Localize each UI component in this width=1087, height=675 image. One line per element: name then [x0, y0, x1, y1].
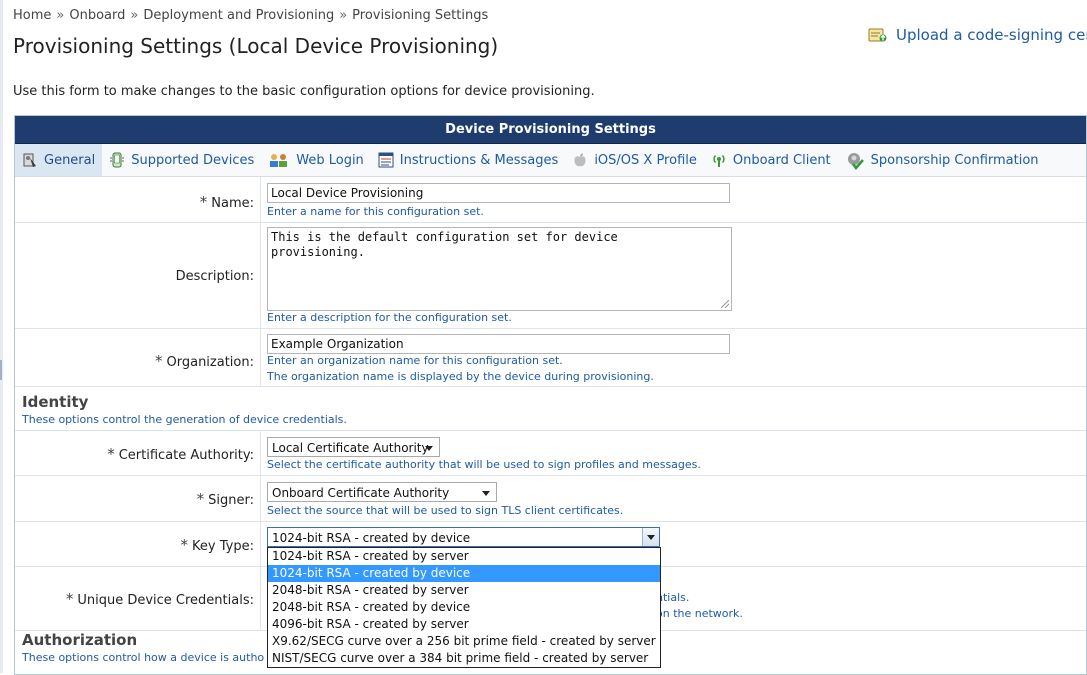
signer-help: Select the source that will be used to s…: [267, 504, 624, 517]
wireless-icon: [711, 152, 727, 168]
breadcrumb-separator: »: [130, 8, 139, 23]
unique-device-credentials-label: * Unique Device Credentials:: [15, 590, 254, 608]
description-help: Enter a description for the configuratio…: [267, 311, 512, 324]
breadcrumb-onboard[interactable]: Onboard: [69, 8, 125, 23]
description-textarea[interactable]: This is the default configuration set fo…: [267, 227, 732, 311]
unique-device-credentials-label-text: Unique Device Credentials:: [77, 593, 254, 608]
intro-text: Use this form to make changes to the bas…: [13, 84, 595, 99]
signer-label-text: Signer:: [208, 493, 254, 508]
key-type-option[interactable]: 1024-bit RSA - created by server: [268, 548, 660, 565]
signer-label: * Signer:: [15, 490, 254, 508]
certificate-authority-label-text: Certificate Authority:: [118, 448, 254, 463]
identity-title: Identity: [22, 393, 89, 411]
breadcrumb-separator: »: [339, 8, 348, 23]
required-marker: *: [180, 536, 189, 554]
organization-input[interactable]: Example Organization: [267, 334, 730, 354]
required-marker: *: [107, 445, 115, 463]
tab-ios-profile-label: iOS/OS X Profile: [594, 152, 697, 168]
tab-supported-devices-label: Supported Devices: [131, 152, 255, 168]
chevron-down-icon: [425, 446, 433, 451]
authorization-title: Authorization: [22, 631, 138, 649]
key-type-option-selected[interactable]: 1024-bit RSA - created by device: [268, 565, 660, 582]
description-value: This is the default configuration set fo…: [271, 230, 618, 259]
tab-instructions-messages-label: Instructions & Messages: [399, 152, 559, 168]
unique-credentials-help-2: on the network.: [656, 607, 743, 620]
breadcrumb-current: Provisioning Settings: [352, 8, 489, 23]
required-marker: *: [65, 590, 74, 608]
breadcrumb-deployment[interactable]: Deployment and Provisioning: [143, 8, 334, 23]
certificate-upload-icon: [868, 26, 888, 44]
organization-label: * Organization:: [15, 352, 254, 370]
tab-sponsorship-confirmation[interactable]: Sponsorship Confirmation: [838, 144, 1046, 176]
tab-onboard-client-label: Onboard Client: [732, 152, 831, 168]
breadcrumb-separator: »: [56, 8, 65, 23]
tab-onboard-client[interactable]: Onboard Client: [704, 144, 838, 176]
upload-link-label[interactable]: Upload a code-signing cer: [896, 26, 1087, 44]
sponsor-check-icon: [845, 152, 865, 170]
key-type-label-text: Key Type:: [192, 539, 254, 554]
certificate-authority-row: * Certificate Authority: Local Certificat…: [15, 431, 1086, 476]
apple-icon: [572, 152, 588, 168]
key-type-option[interactable]: 2048-bit RSA - created by device: [268, 599, 660, 616]
key-type-option[interactable]: X9.62/SECG curve over a 256 bit prime fi…: [268, 633, 660, 650]
dropdown-button[interactable]: [642, 528, 659, 546]
description-label: Description:: [175, 269, 254, 284]
signer-select[interactable]: Onboard Certificate Authority: [267, 482, 497, 502]
key-type-dropdown-list: 1024-bit RSA - created by server 1024-bi…: [267, 547, 661, 668]
name-row: * Name: Local Device Provisioning Enter a…: [15, 177, 1086, 223]
signer-row: * Signer: Onboard Certificate Authority S…: [15, 476, 1086, 522]
certificate-authority-select[interactable]: Local Certificate Authority: [267, 437, 440, 457]
key-type-value: 1024-bit RSA - created by device: [272, 531, 471, 545]
identity-help: These options control the generation of …: [22, 413, 347, 426]
key-type-select[interactable]: 1024-bit RSA - created by device: [267, 527, 660, 547]
identity-section: Identity These options control the gener…: [15, 387, 1086, 431]
upload-code-signing-link[interactable]: Upload a code-signing cer: [868, 26, 1087, 44]
tab-web-login-label: Web Login: [296, 152, 364, 168]
certificate-authority-help: Select the certificate authority that wi…: [267, 458, 701, 471]
page-title: Provisioning Settings (Local Device Prov…: [13, 34, 499, 58]
required-marker: *: [199, 193, 208, 211]
name-label-text: Name:: [211, 196, 254, 211]
tab-supported-devices[interactable]: Supported Devices: [102, 144, 261, 176]
left-edge-frame: [0, 0, 3, 673]
organization-row: * Organization: Example Organization Ente…: [15, 329, 1086, 387]
organization-help: Enter an organization name for this conf…: [267, 354, 563, 367]
chevron-down-icon: [482, 491, 490, 496]
breadcrumb-home[interactable]: Home: [13, 8, 51, 23]
tab-bar: General Supported Devices Web Login Inst…: [15, 144, 1086, 177]
description-row: Description: This is the default configu…: [15, 223, 1086, 329]
organization-label-text: Organization:: [166, 355, 255, 370]
phone-icon: [109, 152, 125, 168]
tab-web-login[interactable]: Web Login: [261, 144, 371, 176]
key-type-option[interactable]: 2048-bit RSA - created by server: [268, 582, 660, 599]
tab-instructions-messages[interactable]: Instructions & Messages: [371, 144, 566, 176]
general-icon: [22, 152, 38, 168]
left-edge-marker: [0, 360, 2, 380]
panel-title: Device Provisioning Settings: [15, 116, 1086, 144]
signer-value: Onboard Certificate Authority: [272, 486, 450, 500]
chevron-down-icon: [647, 535, 655, 540]
key-type-label: * Key Type:: [15, 536, 254, 554]
resize-grip-icon[interactable]: [721, 300, 729, 308]
users-icon: [268, 152, 290, 168]
key-type-option[interactable]: NIST/SECG curve over a 384 bit prime fie…: [268, 650, 660, 667]
tab-general-label: General: [44, 152, 96, 168]
tab-general[interactable]: General: [15, 144, 103, 176]
organization-help-2: The organization name is displayed by th…: [267, 370, 654, 383]
certificate-authority-label: * Certificate Authority:: [15, 445, 254, 463]
authorization-help: These options control how a device is au…: [22, 651, 265, 664]
name-help: Enter a name for this configuration set.: [267, 205, 484, 218]
unique-credentials-help: ntials.: [656, 591, 690, 604]
list-icon: [378, 152, 394, 168]
tab-ios-profile[interactable]: iOS/OS X Profile: [565, 144, 704, 176]
key-type-option[interactable]: 4096-bit RSA - created by server: [268, 616, 660, 633]
tab-sponsorship-confirmation-label: Sponsorship Confirmation: [870, 152, 1039, 168]
certificate-authority-value: Local Certificate Authority: [272, 441, 429, 455]
breadcrumb: Home » Onboard » Deployment and Provisioning…: [13, 8, 488, 23]
required-marker: *: [196, 490, 205, 508]
name-input[interactable]: Local Device Provisioning: [267, 183, 730, 203]
name-label: * Name:: [15, 193, 254, 211]
required-marker: *: [155, 352, 163, 370]
